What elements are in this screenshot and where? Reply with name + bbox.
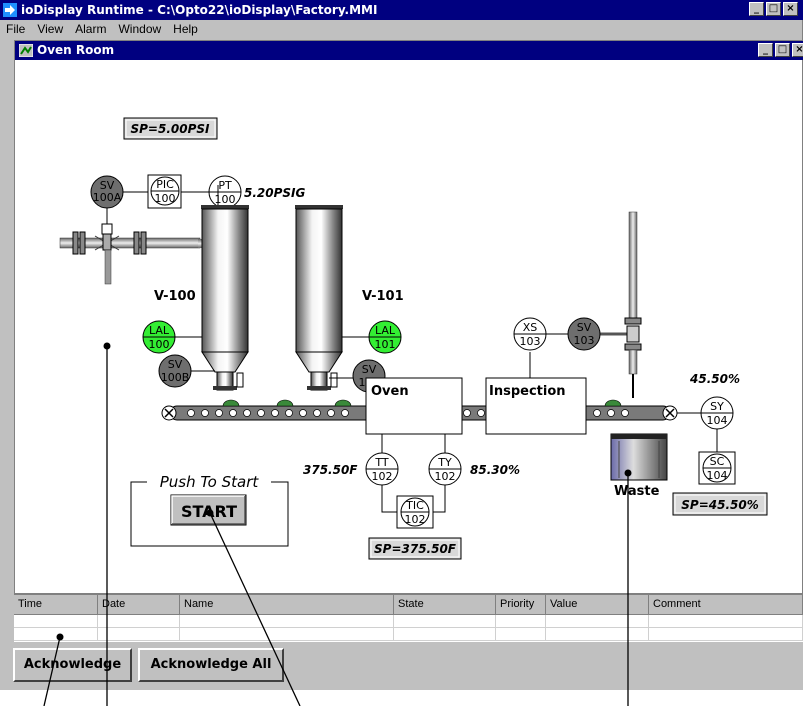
alarm-table: Time Date Name State Priority Value Comm… — [14, 593, 803, 642]
window-controls: _ □ × — [749, 2, 798, 16]
valve-sv100a[interactable]: SV 100A — [90, 175, 124, 209]
svg-text:SV: SV — [168, 358, 183, 371]
col-priority[interactable]: Priority — [496, 595, 546, 615]
start-button-label: START — [181, 502, 237, 521]
alarm-lal100[interactable]: LAL 100 — [142, 320, 176, 354]
waste-label: Waste — [614, 484, 660, 499]
app-titlebar: ioDisplay Runtime - C:\Opto22\ioDisplay\… — [0, 0, 803, 20]
speed-setpoint-box[interactable]: SP=45.50% — [672, 492, 768, 516]
close-button[interactable]: × — [783, 2, 798, 16]
table-row[interactable] — [14, 628, 803, 641]
svg-text:SY: SY — [710, 400, 724, 413]
col-name[interactable]: Name — [180, 595, 394, 615]
temperature-reading: 375.50F — [303, 463, 358, 477]
svg-text:TIC: TIC — [405, 499, 424, 512]
col-date[interactable]: Date — [98, 595, 180, 615]
push-to-start-label: Push To Start — [160, 473, 260, 491]
inspection-unit[interactable]: Inspection — [485, 377, 587, 435]
minimize-button[interactable]: _ — [749, 2, 764, 16]
pressure-reading: 5.20PSIG — [244, 186, 306, 200]
tank-v101 — [295, 205, 343, 391]
oven-output-percent: 85.30% — [470, 463, 520, 477]
svg-text:TT: TT — [374, 456, 389, 469]
svg-text:102: 102 — [435, 470, 456, 483]
speed-percent: 45.50% — [689, 372, 740, 386]
col-time[interactable]: Time — [14, 595, 98, 615]
maximize-button[interactable]: □ — [766, 2, 781, 16]
tank-v100-label: V-100 — [154, 289, 196, 304]
svg-text:100B: 100B — [161, 371, 190, 384]
svg-text:100A: 100A — [93, 191, 122, 204]
inlet-pipe — [59, 231, 201, 285]
oven-room-title: Oven Room — [37, 43, 115, 57]
menubar: File View Alarm Window Help — [0, 20, 803, 39]
svg-text:104: 104 — [707, 414, 728, 427]
svg-text:SC: SC — [710, 455, 725, 468]
svg-text:LAL: LAL — [149, 324, 170, 337]
controller-pic100[interactable]: PIC 100 — [147, 174, 182, 209]
acknowledge-all-button[interactable]: Acknowledge All — [138, 648, 284, 682]
alarm-button-bar: Acknowledge Acknowledge All — [13, 642, 803, 690]
tank-v100 — [198, 185, 249, 391]
oven-label: Oven — [371, 384, 409, 399]
menu-help[interactable]: Help — [173, 20, 198, 39]
child-maximize-button[interactable]: □ — [775, 43, 790, 57]
svg-text:103: 103 — [574, 334, 595, 347]
spray-pipe — [624, 211, 642, 398]
svg-text:100: 100 — [149, 338, 170, 351]
relay-sy104[interactable]: SY 104 — [700, 396, 734, 430]
relay-ty102[interactable]: TY 102 — [428, 452, 462, 486]
col-value[interactable]: Value — [546, 595, 649, 615]
svg-text:102: 102 — [405, 513, 426, 526]
svg-text:104: 104 — [707, 469, 728, 482]
transmitter-pt100[interactable]: PT 100 — [208, 175, 242, 209]
waste-bin — [610, 433, 668, 481]
table-row[interactable] — [14, 615, 803, 628]
pressure-setpoint-box[interactable]: SP=5.00PSI — [123, 117, 218, 140]
child-window-controls: _ □ × — [758, 43, 803, 57]
svg-text:PT: PT — [218, 179, 232, 192]
alarm-lal101[interactable]: LAL 101 — [368, 320, 402, 354]
svg-text:101: 101 — [375, 338, 396, 351]
start-button[interactable]: START — [170, 494, 247, 526]
valve-sv103[interactable]: SV 103 — [567, 317, 601, 351]
svg-text:SV: SV — [362, 363, 377, 376]
controller-sc104[interactable]: SC 104 — [698, 451, 736, 485]
valve-sv100b[interactable]: SV 100B — [158, 354, 192, 388]
temperature-setpoint-label: SP=375.50F — [374, 542, 457, 556]
alarm-table-header: Time Date Name State Priority Value Comm… — [14, 595, 803, 615]
svg-text:103: 103 — [520, 335, 541, 348]
temperature-setpoint-box[interactable]: SP=375.50F — [368, 537, 462, 560]
process-diagram: SP=5.00PSI SV 100A PIC 100 PT 100 5.20PS… — [59, 117, 768, 560]
svg-text:SV: SV — [577, 321, 592, 334]
col-comment[interactable]: Comment — [649, 595, 803, 615]
menu-file[interactable]: File — [6, 20, 25, 39]
speed-setpoint-label: SP=45.50% — [681, 498, 758, 512]
svg-text:XS: XS — [523, 321, 538, 334]
oven-unit[interactable]: Oven — [365, 377, 463, 435]
menu-window[interactable]: Window — [118, 20, 161, 39]
svg-text:TY: TY — [437, 456, 452, 469]
col-state[interactable]: State — [394, 595, 496, 615]
controller-tic102[interactable]: TIC 102 — [396, 495, 434, 529]
child-minimize-button[interactable]: _ — [758, 43, 773, 57]
oven-room-titlebar: Oven Room _ □ × — [15, 41, 803, 60]
pressure-setpoint-label: SP=5.00PSI — [130, 122, 210, 136]
app-title: ioDisplay Runtime - C:\Opto22\ioDisplay\… — [21, 3, 378, 17]
app-arrow-icon — [3, 3, 17, 17]
svg-text:100: 100 — [155, 192, 176, 205]
transmitter-tt102[interactable]: TT 102 — [365, 452, 399, 486]
tank-v101-label: V-101 — [362, 289, 404, 304]
sensor-xs103[interactable]: XS 103 — [513, 317, 547, 351]
child-close-button[interactable]: × — [792, 43, 803, 57]
svg-text:LAL: LAL — [375, 324, 396, 337]
menu-alarm[interactable]: Alarm — [75, 20, 106, 39]
svg-text:PIC: PIC — [156, 178, 174, 191]
window-doc-icon — [19, 44, 33, 57]
menu-view[interactable]: View — [37, 20, 63, 39]
svg-text:102: 102 — [372, 470, 393, 483]
inspection-label: Inspection — [489, 384, 566, 399]
acknowledge-button[interactable]: Acknowledge — [13, 648, 132, 682]
